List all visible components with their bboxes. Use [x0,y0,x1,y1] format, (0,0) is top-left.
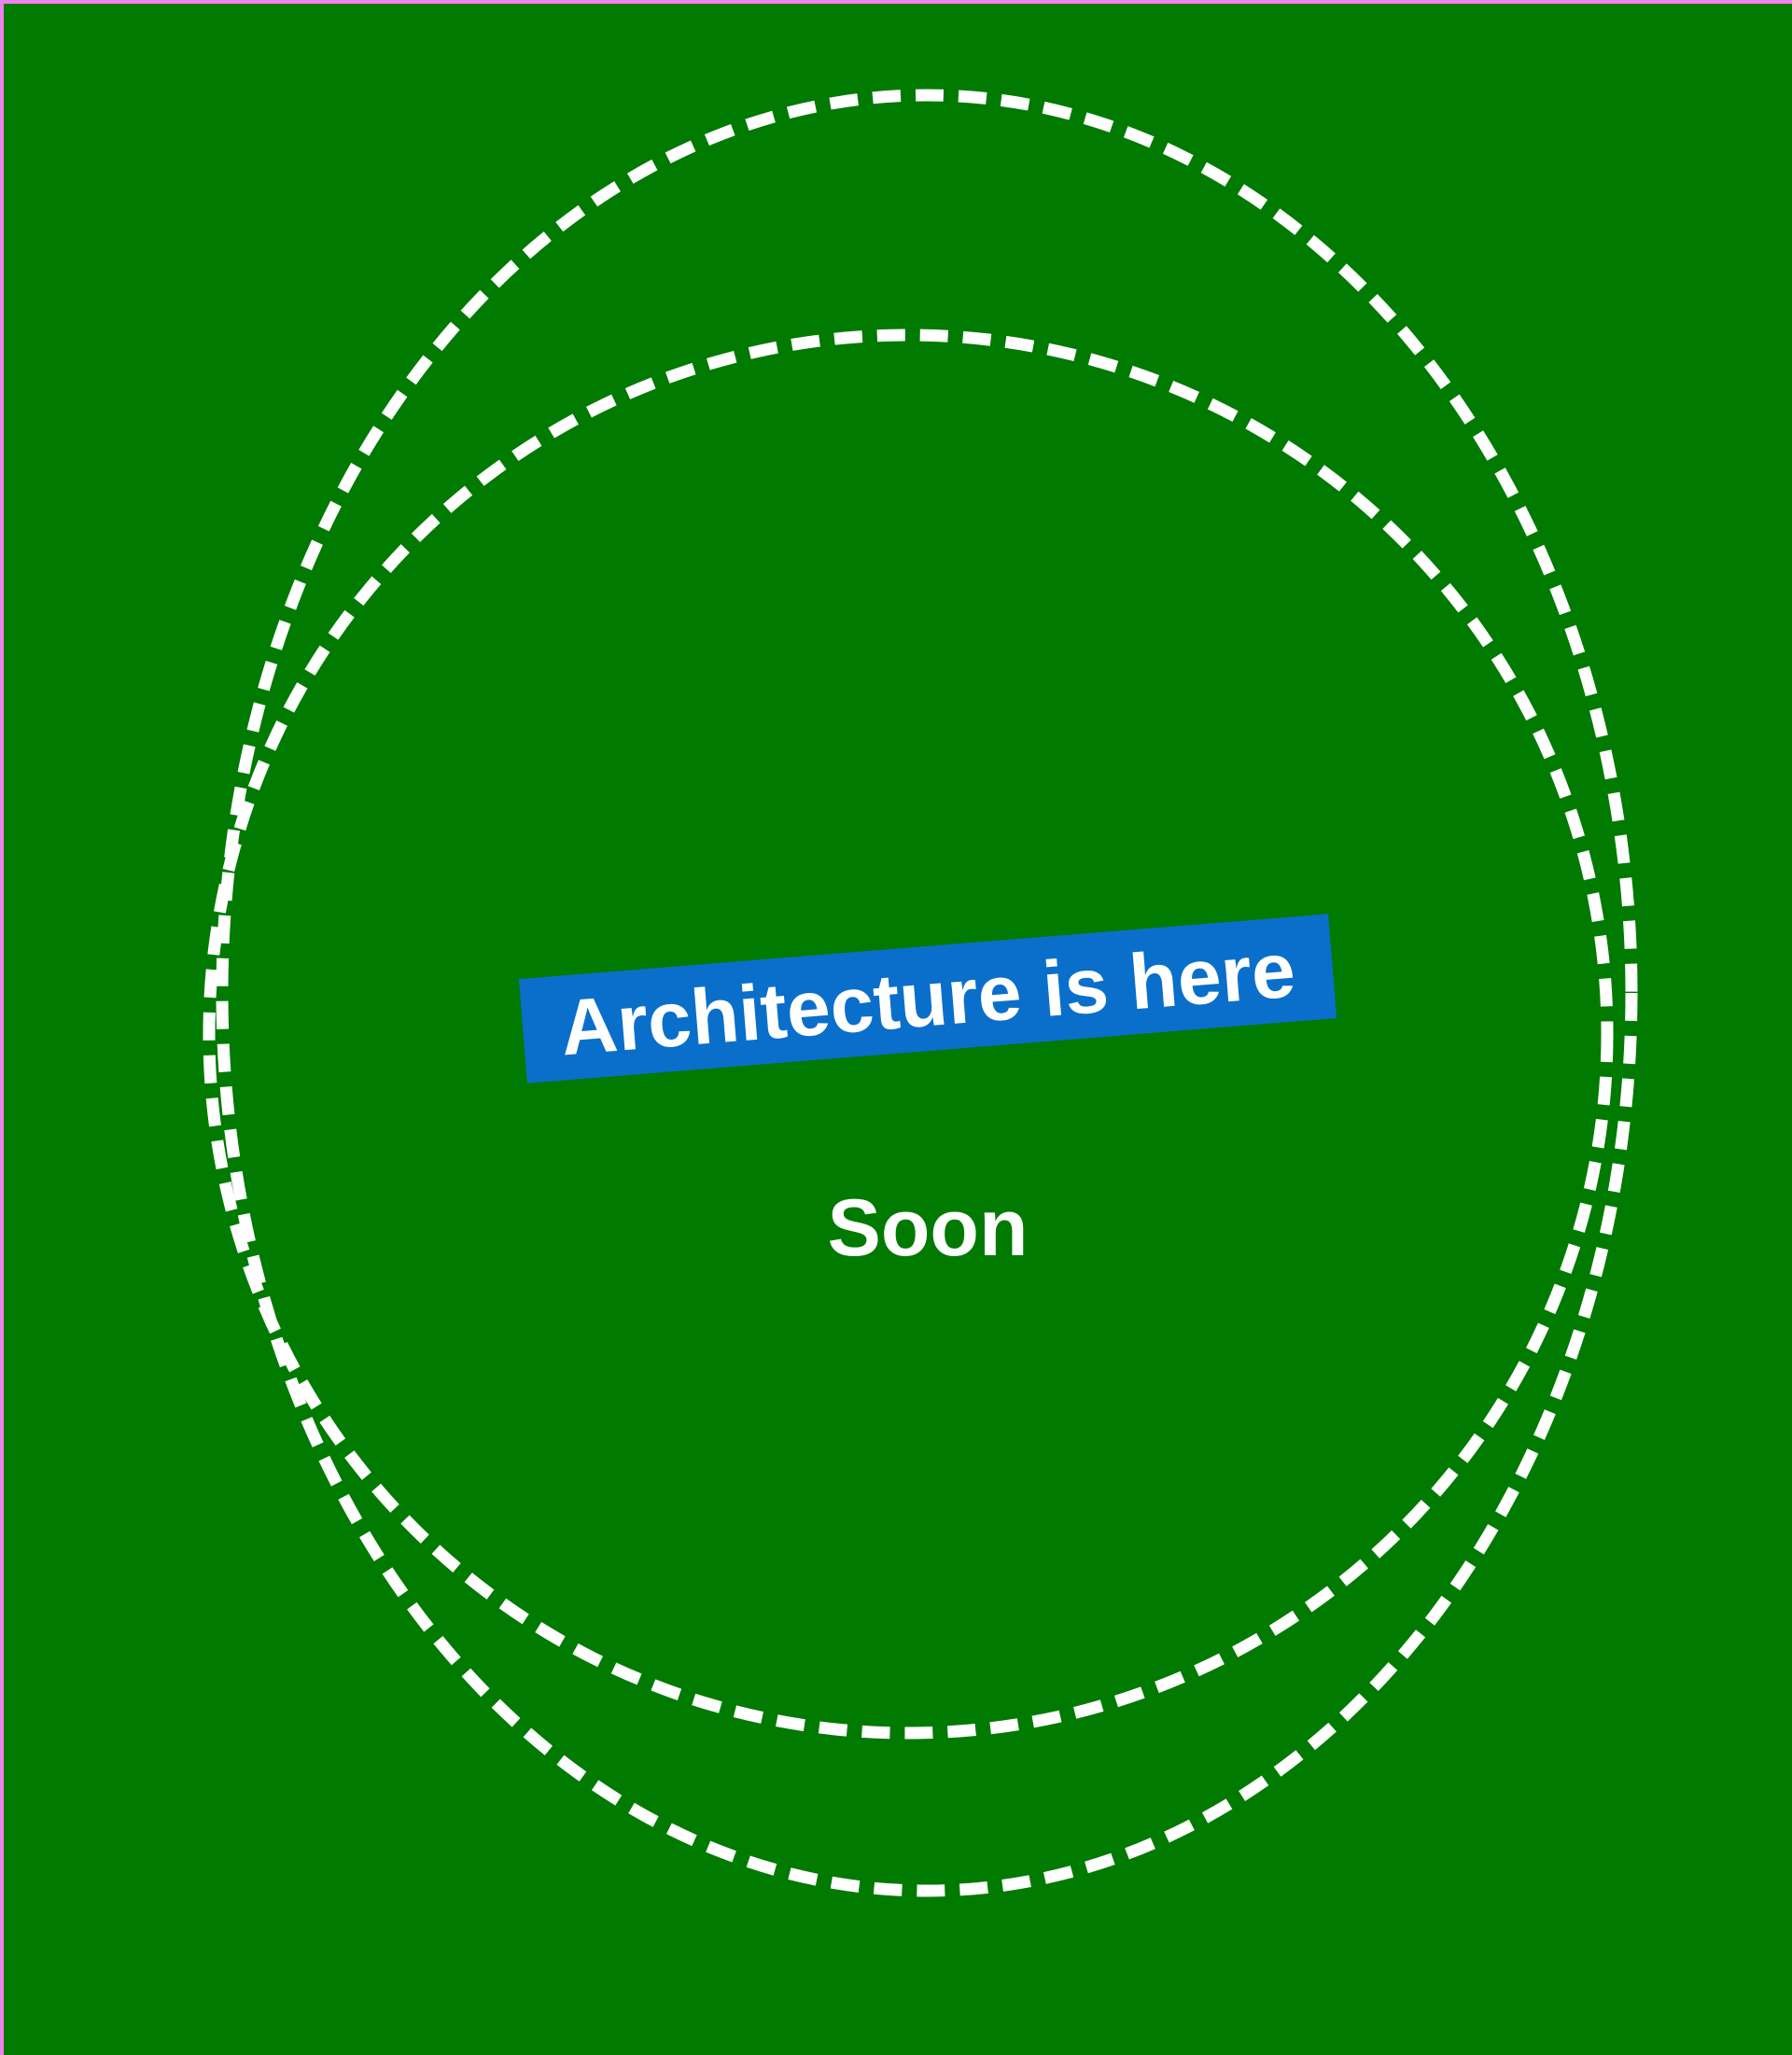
green-canvas: Architecture is here Soon [4,4,1792,2055]
soon-label: Soon [827,1183,1029,1273]
